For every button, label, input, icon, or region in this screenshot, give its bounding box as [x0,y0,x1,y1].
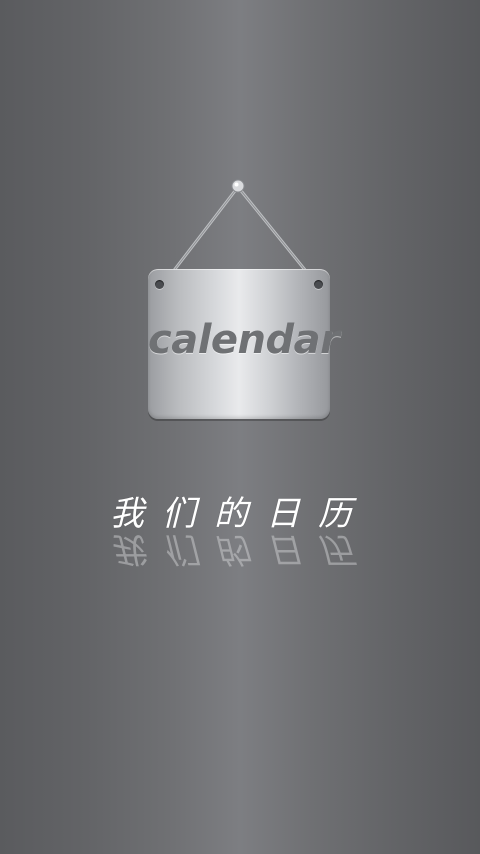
splash-screen: calendar 我们的日历 我们的日历 [0,0,480,854]
sign-label: calendar [148,317,340,363]
app-title-reflection: 我们的日历 [110,529,370,569]
nail-icon [231,179,245,193]
nail-highlight [234,182,239,187]
sign-plate: calendar [148,269,340,419]
sign-hole-right [314,280,323,289]
sign-hole-left [155,280,164,289]
hanging-sign: calendar [145,176,340,426]
